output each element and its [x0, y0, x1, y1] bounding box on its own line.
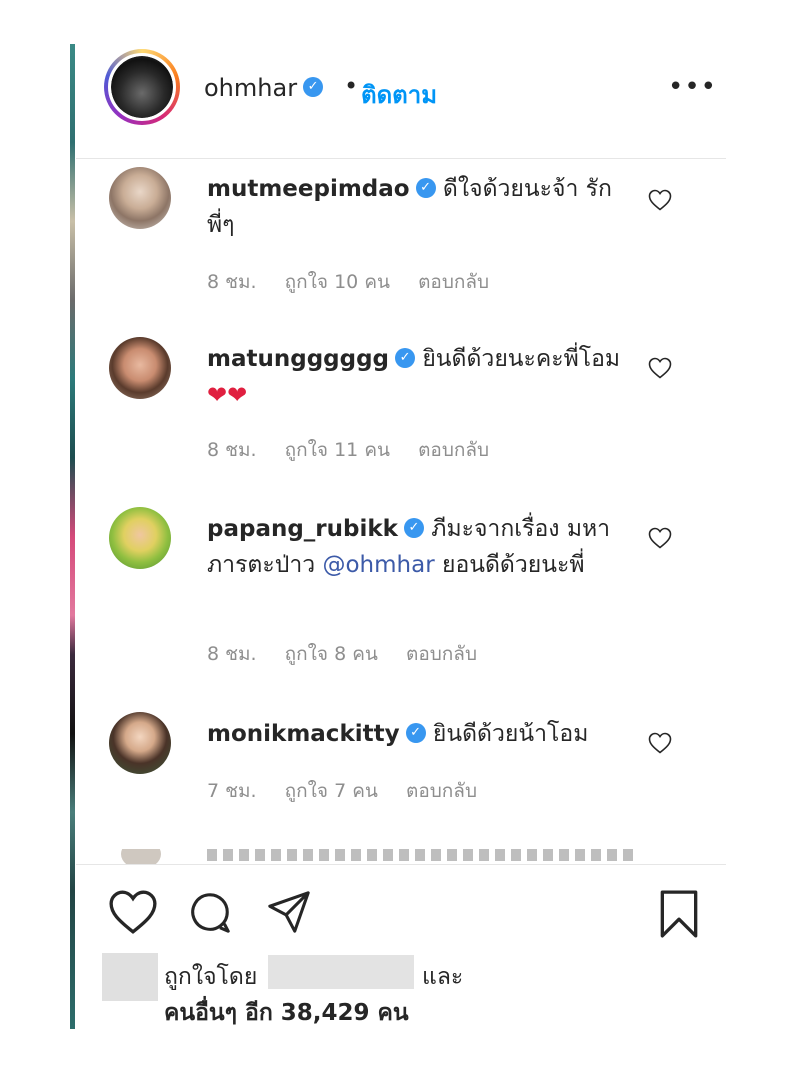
- comment-avatar[interactable]: [109, 712, 171, 774]
- liked-by-avatar[interactable]: [102, 953, 158, 1001]
- comment-meta: 8 ชม. ถูกใจ 10 คน ตอบกลับ: [207, 267, 511, 297]
- post-actions-footer: ถูกใจโดย และ คนอื่นๆ อีก 38,429 คน: [76, 864, 726, 1030]
- liked-by-and: และ: [422, 964, 464, 990]
- verified-badge-icon: ✓: [395, 347, 416, 368]
- comment-avatar[interactable]: [109, 337, 171, 399]
- reply-button[interactable]: ตอบกลับ: [418, 439, 489, 461]
- liked-by-prefix: ถูกใจโดย: [164, 964, 258, 990]
- reply-button[interactable]: ตอบกลับ: [406, 780, 477, 802]
- comment-item: monikmackitty ✓ ยินดีด้วยน้าโอม 7 ชม. ถูก…: [76, 704, 726, 844]
- comment-item: matungggggg ✓ ยินดีด้วยนะคะพี่โอม ❤❤ 8 ชม.…: [76, 329, 726, 499]
- avatar[interactable]: [108, 53, 176, 121]
- verified-badge-icon: ✓: [303, 77, 324, 97]
- comment-avatar[interactable]: [109, 507, 171, 569]
- comment-body: ยินดีด้วยนะคะพี่โอม: [422, 346, 621, 372]
- likes-count-others[interactable]: คนอื่นๆ อีก 38,429 คน: [164, 995, 409, 1031]
- comment-likes[interactable]: ถูกใจ 11 คน: [285, 439, 390, 461]
- comment-avatar[interactable]: [109, 167, 171, 229]
- comment-text: monikmackitty ✓ ยินดีด้วยน้าโอม: [207, 716, 627, 752]
- comment-username[interactable]: mutmeepimdao: [207, 176, 410, 202]
- comment-text: mutmeepimdao ✓ ดีใจด้วยนะจ้า รักพี่ๆ: [207, 171, 627, 243]
- comment-username[interactable]: matungggggg: [207, 346, 389, 372]
- verified-badge-icon: ✓: [403, 517, 424, 538]
- like-comment-icon[interactable]: [648, 189, 672, 211]
- partial-comment-item: [109, 849, 669, 864]
- follow-button[interactable]: ติดตาม: [361, 75, 437, 114]
- reply-button[interactable]: ตอบกลับ: [418, 271, 489, 293]
- comment-body: ยินดีด้วยน้าโอม: [432, 721, 589, 747]
- heart-icon[interactable]: [108, 889, 158, 935]
- more-options-icon[interactable]: •••: [668, 72, 717, 102]
- comment-time: 7 ชม.: [207, 780, 257, 802]
- comment-body-continued: ยอนดีด้วยนะพี่: [441, 552, 585, 578]
- comment-meta: 8 ชม. ถูกใจ 11 คน ตอบกลับ: [207, 435, 511, 465]
- mention-link[interactable]: @ohmhar: [322, 552, 434, 578]
- red-heart-emoji: ❤❤: [207, 381, 248, 409]
- like-comment-icon[interactable]: [648, 527, 672, 549]
- separator-dot: •: [344, 72, 359, 100]
- comment-username[interactable]: monikmackitty: [207, 721, 400, 747]
- username-text[interactable]: ohmhar: [204, 74, 297, 102]
- comment-item: mutmeepimdao ✓ ดีใจด้วยนะจ้า รักพี่ๆ 8 ชม…: [76, 159, 726, 329]
- comment-likes[interactable]: ถูกใจ 10 คน: [285, 271, 390, 293]
- comment-likes[interactable]: ถูกใจ 7 คน: [285, 780, 378, 802]
- comment-time: 8 ชม.: [207, 643, 257, 665]
- comment-likes[interactable]: ถูกใจ 8 คน: [285, 643, 378, 665]
- verified-badge-icon: ✓: [415, 177, 436, 198]
- reply-button[interactable]: ตอบกลับ: [406, 643, 477, 665]
- comment-text: matungggggg ✓ ยินดีด้วยนะคะพี่โอม ❤❤: [207, 341, 627, 414]
- post-header: ohmhar ✓ • ติดตาม •••: [76, 44, 726, 159]
- like-comment-icon[interactable]: [648, 357, 672, 379]
- liked-by-username[interactable]: [268, 955, 414, 989]
- like-comment-icon[interactable]: [648, 732, 672, 754]
- comment-meta: 8 ชม. ถูกใจ 8 คน ตอบกลับ: [207, 639, 499, 669]
- comment-username[interactable]: papang_rubikk: [207, 516, 398, 542]
- share-icon[interactable]: [264, 889, 314, 935]
- left-image-edge: [70, 44, 75, 1029]
- story-ring[interactable]: [104, 49, 180, 125]
- comment-time: 8 ชม.: [207, 271, 257, 293]
- bookmark-icon[interactable]: [656, 889, 702, 939]
- comments-list: mutmeepimdao ✓ ดีใจด้วยนะจ้า รักพี่ๆ 8 ชม…: [76, 159, 726, 864]
- comment-item: papang_rubikk ✓ ภีมะจากเรื่อง มหาภารตะป่า…: [76, 499, 726, 704]
- post-author-username[interactable]: ohmhar ✓: [204, 74, 324, 102]
- comment-icon[interactable]: [186, 889, 234, 935]
- comment-time: 8 ชม.: [207, 439, 257, 461]
- comment-text: papang_rubikk ✓ ภีมะจากเรื่อง มหาภารตะป่า…: [207, 511, 627, 583]
- verified-badge-icon: ✓: [405, 722, 426, 743]
- comment-meta: 7 ชม. ถูกใจ 7 คน ตอบกลับ: [207, 776, 499, 806]
